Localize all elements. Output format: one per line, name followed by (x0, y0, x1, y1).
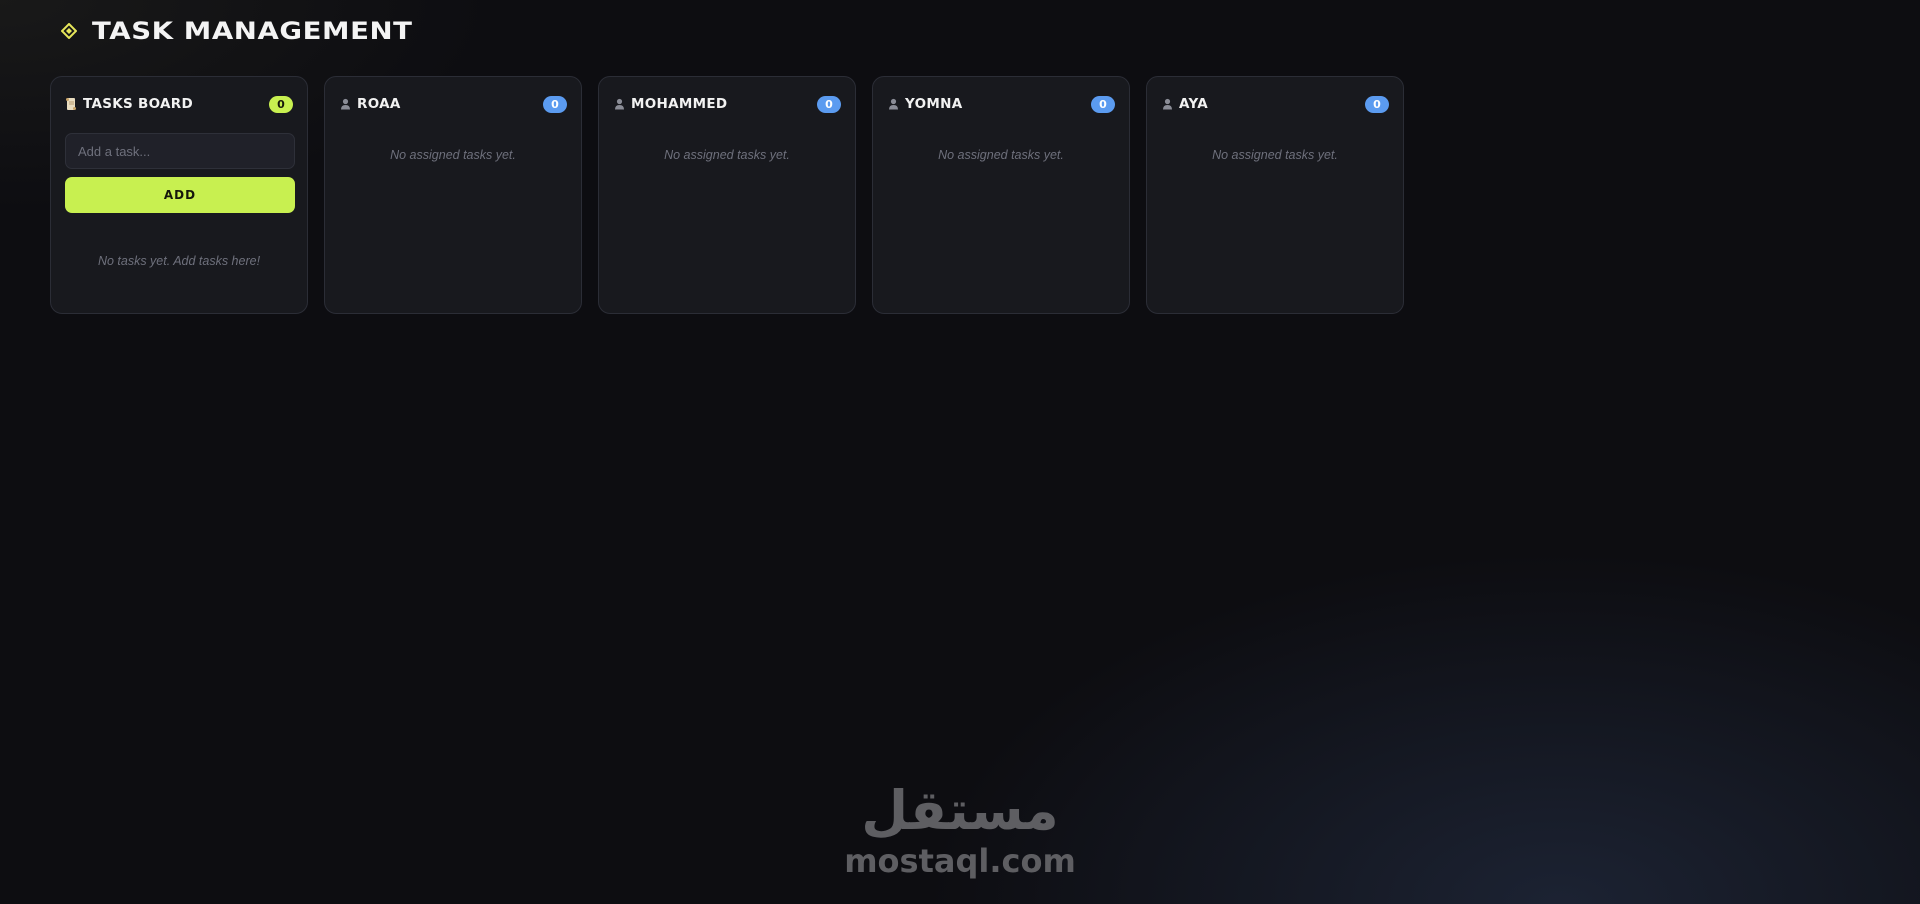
member-empty-text: No assigned tasks yet. (390, 148, 516, 162)
person-icon (887, 97, 899, 111)
add-task-input[interactable] (65, 133, 295, 169)
tasks-count-badge: 0 (269, 95, 293, 113)
tasks-empty-text: No tasks yet. Add tasks here! (97, 254, 261, 268)
tasks-board-header: TASKS BOARD 0 (65, 91, 293, 117)
tasks-board-title: TASKS BOARD (83, 96, 193, 112)
member-header: YOMNA 0 (887, 91, 1115, 117)
person-icon (613, 97, 625, 111)
watermark-latin: mostaql.com (844, 842, 1076, 880)
watermark: مستقل mostaql.com (844, 780, 1076, 886)
tasks-board-title-wrap: TASKS BOARD (65, 96, 193, 112)
tasks-board-column: TASKS BOARD 0 ADD No tasks yet. Add task… (50, 76, 308, 314)
member-header: AYA 0 (1161, 91, 1389, 117)
member-empty-text: No assigned tasks yet. (664, 148, 790, 162)
member-empty-text: No assigned tasks yet. (1212, 148, 1338, 162)
person-icon (339, 97, 351, 111)
member-empty-text: No assigned tasks yet. (938, 148, 1064, 162)
add-task-button[interactable]: ADD (65, 177, 295, 213)
diamond-icon (60, 22, 78, 40)
watermark-arabic: مستقل (861, 779, 1059, 842)
member-name: AYA (1179, 96, 1208, 112)
scroll-icon (65, 97, 77, 111)
member-count-badge: 0 (1365, 95, 1389, 113)
member-name: ROAA (357, 96, 401, 112)
member-header: ROAA 0 (339, 91, 567, 117)
member-column-mohammed: MOHAMMED 0 No assigned tasks yet. (598, 76, 856, 314)
member-title-wrap: AYA (1161, 96, 1208, 112)
member-title-wrap: MOHAMMED (613, 96, 727, 112)
member-title-wrap: ROAA (339, 96, 401, 112)
member-header: MOHAMMED 0 (613, 91, 841, 117)
member-count-badge: 0 (1091, 95, 1115, 113)
board: TASKS BOARD 0 ADD No tasks yet. Add task… (50, 76, 1404, 314)
page-title: TASK MANAGEMENT (92, 17, 413, 45)
member-count-badge: 0 (817, 95, 841, 113)
member-title-wrap: YOMNA (887, 96, 962, 112)
member-name: MOHAMMED (631, 96, 728, 112)
member-column-aya: AYA 0 No assigned tasks yet. (1146, 76, 1404, 314)
person-icon (1161, 97, 1173, 111)
app-header: TASK MANAGEMENT (60, 16, 412, 46)
member-column-yomna: YOMNA 0 No assigned tasks yet. (872, 76, 1130, 314)
member-name: YOMNA (905, 96, 963, 112)
member-column-roaa: ROAA 0 No assigned tasks yet. (324, 76, 582, 314)
member-count-badge: 0 (543, 95, 567, 113)
